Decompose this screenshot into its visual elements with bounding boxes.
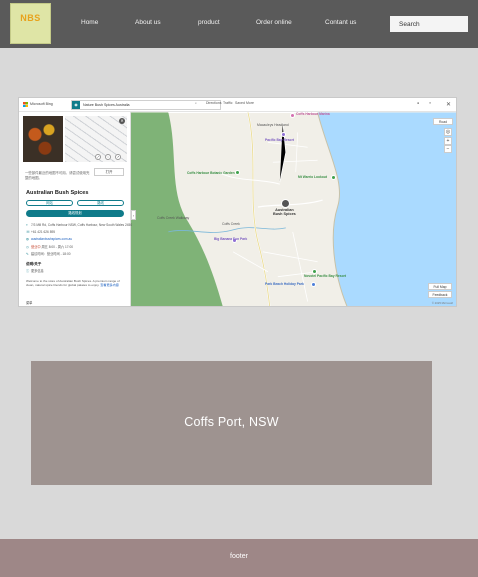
website-row[interactable]: ◍ australianbushspices.com.au [26, 237, 72, 241]
search-input[interactable] [390, 16, 468, 32]
route-button[interactable]: 路线规划 [26, 210, 124, 217]
hours-row: ◷ 营业中 周五 8:00 - 周六 17:00 [26, 244, 73, 249]
nav-link-order-online[interactable]: Order online [256, 19, 292, 26]
expand-icon[interactable]: ⤢ [95, 154, 101, 160]
map-search-icon[interactable]: ⌕ [195, 101, 197, 105]
zoom-out-button[interactable]: − [444, 145, 452, 153]
phone-text: +61 421 626 895 [31, 230, 56, 234]
directions-pill-button[interactable]: 路线 [77, 200, 124, 206]
website-pill-button[interactable]: 网站 [26, 200, 73, 206]
map-label-creek: Coffs Creek [222, 222, 240, 226]
logo-text: NBS [20, 13, 41, 23]
location-text: Coffs Port, NSW [184, 415, 279, 429]
collapse-panel-button[interactable]: ‹ [131, 210, 136, 220]
poi-lookout-label: Mt Warrio Lookout [298, 175, 327, 179]
map-style-button[interactable]: Road [433, 118, 453, 125]
traffic-button[interactable]: Traffic [223, 101, 233, 105]
hours-status: 营业中 [31, 245, 41, 249]
save-icon[interactable]: ♡ [105, 154, 111, 160]
feedback-button[interactable]: Feedback [428, 291, 452, 298]
map-label-headland: Macauleys Headland [257, 123, 289, 127]
location-pin-icon[interactable] [281, 199, 290, 208]
close-icon[interactable]: ✕ [446, 101, 451, 108]
map-brand: Microsoft Bing [30, 102, 53, 106]
page-footer: footer [0, 539, 478, 577]
directions-pill-label: 路线 [97, 201, 104, 205]
open-full-map-button[interactable]: 打开 [94, 168, 124, 176]
poi-coast-label: Novotel Pacific Bay Resort [304, 274, 346, 278]
poi-botanic-label: Coffs Harbour Botanic Garden [187, 171, 235, 175]
see-more-link[interactable]: 查看更多内容 [100, 283, 119, 287]
map-toolbar: Microsoft Bing ◉ Nature Bush Spices Aust… [19, 98, 456, 112]
poi-resort-icon[interactable] [281, 132, 286, 137]
menu-icon[interactable]: ≡ [429, 101, 431, 105]
poi-resort-label: Pacific Bay Resort [265, 138, 294, 142]
top-navigation: NBS Home About us product Order online C… [0, 0, 478, 48]
full-map-button[interactable]: Full Map [428, 283, 452, 290]
map-embed[interactable]: Microsoft Bing ◉ Nature Bush Spices Aust… [18, 97, 457, 307]
website-link[interactable]: australianbushspices.com.au [31, 237, 72, 241]
address-text: 7/3 Mill Rd, Coffs Harbour NSW, Coffs Ha… [31, 223, 133, 227]
zoom-in-button[interactable]: + [444, 137, 452, 145]
more-button[interactable]: More [246, 101, 254, 105]
pin-label-line2: Bush Spices [273, 212, 296, 217]
person-icon[interactable]: ● [417, 101, 419, 105]
map-pin-icon: ◉ [72, 101, 80, 109]
nav-link-product[interactable]: product [198, 19, 220, 26]
nav-link-home[interactable]: Home [81, 19, 98, 26]
nav-link-contact[interactable]: Contant us [325, 19, 356, 26]
directions-button[interactable]: Directions [206, 101, 222, 105]
locate-me-button[interactable]: ◎ [444, 128, 452, 136]
section-sub: ⓘ 更多信息 [26, 268, 44, 273]
nbs-logo[interactable]: NBS [10, 3, 51, 44]
panel-footer-menu[interactable]: 菜单 [26, 300, 32, 305]
map-search-box[interactable]: ◉ Nature Bush Spices Australia [71, 100, 221, 110]
microsoft-logo-icon [23, 102, 28, 107]
hours-text: 周五 8:00 - 周六 17:00 [41, 245, 73, 249]
spices-photo[interactable] [23, 116, 63, 162]
section-sub-text: 更多信息 [31, 269, 44, 273]
location-card: Coffs Port, NSW [31, 361, 432, 485]
saved-button[interactable]: Saved [235, 101, 245, 105]
panel-close-icon[interactable]: ✕ [119, 118, 125, 124]
poi-botanic-icon[interactable] [235, 170, 240, 175]
panel-notice: 一些部件最近的地图不可用。请尝试使用完整的地图。 [25, 171, 90, 180]
extra-row: ✎ 建议时间：营业时间 - 18:00 [26, 251, 71, 256]
share-icon[interactable]: ↗ [115, 154, 121, 160]
section-heading: 说明/关于 [26, 262, 42, 266]
poi-lookout-icon[interactable] [331, 175, 336, 180]
extra-text: 建议时间：营业时间 - 18:00 [31, 252, 71, 256]
map-label-trail: Coffs Creek Walkway [157, 216, 190, 220]
location-pin-label: Australian Bush Spices [273, 208, 296, 216]
poi-hotel-label: Park Beach Holiday Park [265, 282, 304, 286]
poi-marina-icon[interactable] [290, 113, 295, 118]
business-panel: ✕ ↗ ♡ ⤢ 一些部件最近的地图不可用。请尝试使用完整的地图。 打开 Aust… [19, 112, 132, 306]
nav-link-about[interactable]: About us [135, 19, 161, 26]
website-pill-label: 网站 [46, 201, 53, 205]
business-title: Australian Bush Spices [26, 190, 89, 196]
poi-park-label: Big Banana Fun Park [214, 237, 248, 241]
address-row: ⌖ 7/3 Mill Rd, Coffs Harbour NSW, Coffs H… [26, 223, 132, 227]
panel-hero: ✕ ↗ ♡ ⤢ [23, 116, 127, 162]
map-search-text: Nature Bush Spices Australia [83, 103, 130, 107]
footer-text: footer [230, 553, 248, 560]
business-description: Welcome to the store of Australian Bush … [26, 279, 124, 287]
map-copyright: © 2025 Microsoft [431, 301, 453, 305]
poi-hotel-icon[interactable] [311, 282, 316, 287]
phone-row: ☏+61 421 626 895 [26, 230, 55, 234]
poi-marina-label: Coffs Harbour Marina [296, 112, 330, 116]
